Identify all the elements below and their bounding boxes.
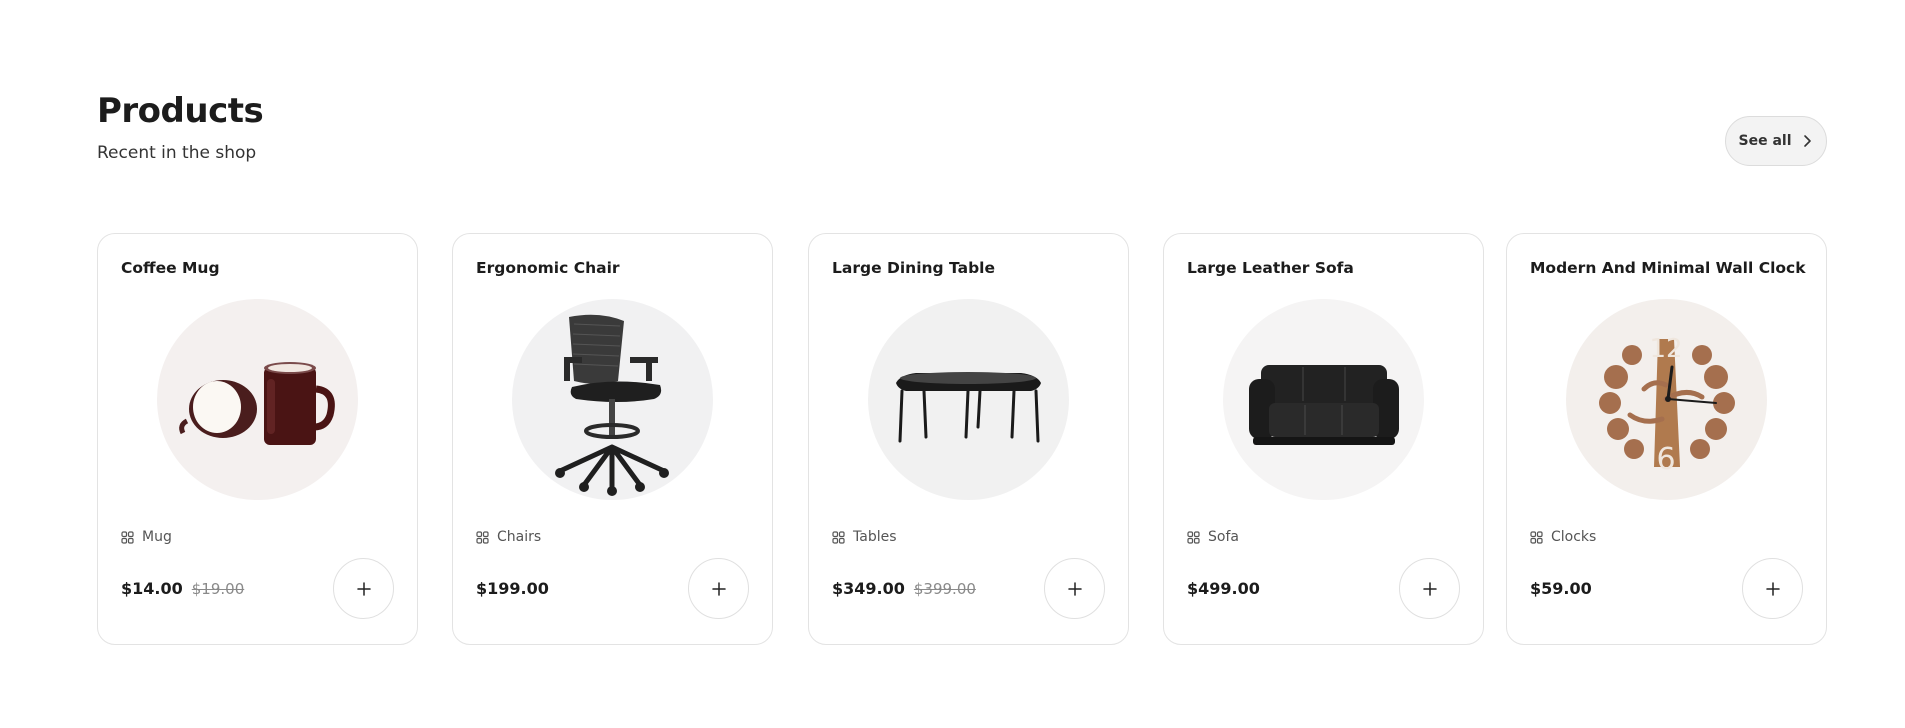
product-card[interactable]: Large Dining Table Tables $349.00 $399.0… xyxy=(808,233,1129,645)
see-all-button[interactable]: See all xyxy=(1725,116,1827,166)
see-all-label: See all xyxy=(1738,133,1792,149)
add-to-cart-button[interactable] xyxy=(333,558,394,619)
price: $199.00 xyxy=(476,579,549,598)
price-row: $14.00 $19.00 xyxy=(121,579,244,598)
dining-table-image xyxy=(896,372,1041,443)
price: $349.00 xyxy=(832,579,905,598)
grid-icon xyxy=(476,530,489,544)
category-label[interactable]: Tables xyxy=(853,529,897,545)
grid-icon xyxy=(832,530,845,544)
product-image-coffee-mug[interactable] xyxy=(157,299,358,500)
chevron-right-icon xyxy=(1803,135,1811,147)
coffee-mug-image xyxy=(179,362,335,445)
add-to-cart-button[interactable] xyxy=(688,558,749,619)
plus-icon xyxy=(1765,581,1780,596)
product-category: Clocks xyxy=(1530,529,1596,545)
category-label[interactable]: Sofa xyxy=(1208,529,1239,545)
price: $499.00 xyxy=(1187,579,1260,598)
product-category: Tables xyxy=(832,529,897,545)
price-row: $349.00 $399.00 xyxy=(832,579,976,598)
page-title: Products xyxy=(97,91,264,131)
plus-icon xyxy=(711,581,726,596)
product-card[interactable]: Large Leather Sofa Sofa $499.00 xyxy=(1163,233,1484,645)
grid-icon xyxy=(1530,530,1543,544)
price-row: $499.00 xyxy=(1187,579,1260,598)
leather-sofa-image xyxy=(1249,365,1399,445)
product-image-dining-table[interactable] xyxy=(868,299,1069,500)
page-subtitle: Recent in the shop xyxy=(97,143,257,163)
price: $59.00 xyxy=(1530,579,1592,598)
old-price: $19.00 xyxy=(191,580,245,598)
product-name[interactable]: Coffee Mug xyxy=(121,257,220,279)
category-label[interactable]: Chairs xyxy=(497,529,541,545)
add-to-cart-button[interactable] xyxy=(1742,558,1803,619)
price-row: $199.00 xyxy=(476,579,549,598)
add-to-cart-button[interactable] xyxy=(1399,558,1460,619)
grid-icon xyxy=(121,530,134,544)
product-name[interactable]: Large Dining Table xyxy=(832,257,995,279)
product-grid: Coffee Mug Mug $14.00 $19.00 Ergonomic C… xyxy=(97,233,1827,645)
category-label[interactable]: Mug xyxy=(142,529,172,545)
wall-clock-image: 12 6 xyxy=(1599,334,1735,477)
product-category: Mug xyxy=(121,529,172,545)
product-card[interactable]: Ergonomic Chair Chairs $199.00 xyxy=(452,233,773,645)
product-name[interactable]: Ergonomic Chair xyxy=(476,257,620,279)
product-name[interactable]: Modern And Minimal Wall Clock xyxy=(1530,257,1806,279)
product-image-leather-sofa[interactable] xyxy=(1223,299,1424,500)
product-image-ergonomic-chair[interactable] xyxy=(512,299,713,500)
product-card[interactable]: Modern And Minimal Wall Clock 12 6 Clock… xyxy=(1506,233,1827,645)
product-name[interactable]: Large Leather Sofa xyxy=(1187,257,1354,279)
category-label[interactable]: Clocks xyxy=(1551,529,1596,545)
plus-icon xyxy=(1422,581,1437,596)
add-to-cart-button[interactable] xyxy=(1044,558,1105,619)
plus-icon xyxy=(1067,581,1082,596)
grid-icon xyxy=(1187,530,1200,544)
price: $14.00 xyxy=(121,579,183,598)
products-section: Products Recent in the shop See all Coff… xyxy=(97,0,1827,728)
price-row: $59.00 xyxy=(1530,579,1592,598)
plus-icon xyxy=(356,581,371,596)
svg-text:6: 6 xyxy=(1656,442,1675,477)
product-card[interactable]: Coffee Mug Mug $14.00 $19.00 xyxy=(97,233,418,645)
section-header: Products Recent in the shop See all xyxy=(97,89,1827,179)
ergonomic-chair-image xyxy=(555,314,669,496)
old-price: $399.00 xyxy=(913,580,976,598)
svg-text:12: 12 xyxy=(1649,334,1682,364)
product-category: Chairs xyxy=(476,529,541,545)
product-category: Sofa xyxy=(1187,529,1239,545)
product-image-wall-clock[interactable]: 12 6 xyxy=(1566,299,1767,500)
